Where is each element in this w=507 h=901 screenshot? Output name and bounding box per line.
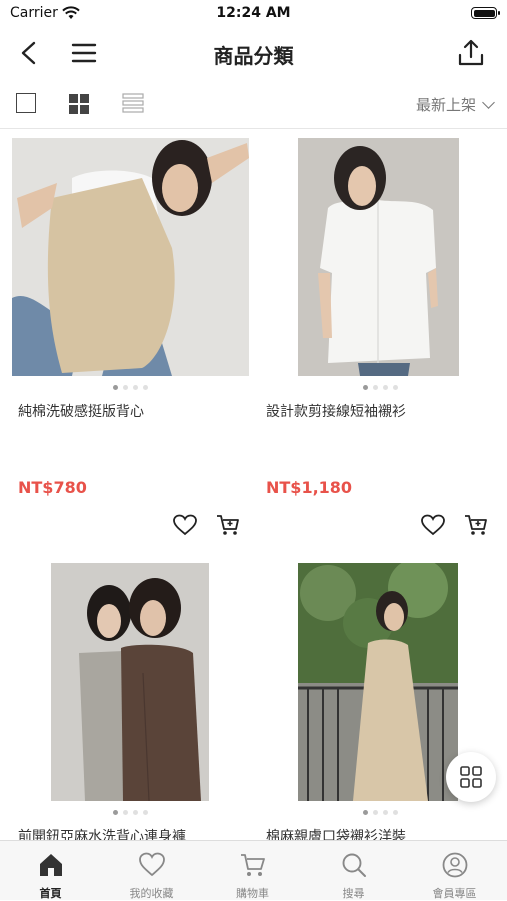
image-pager-dots — [113, 810, 148, 816]
tab-label: 購物車 — [236, 887, 269, 900]
tab-cart[interactable]: 購物車 — [202, 841, 303, 901]
sort-dropdown[interactable]: 最新上架 — [415, 94, 495, 115]
status-bar: Carrier 12:24 AM — [0, 0, 507, 28]
tab-label: 我的收藏 — [129, 887, 174, 900]
bottom-tab-bar: 首頁 我的收藏 購物車 搜尋 會員專區 — [0, 840, 507, 900]
product-card[interactable]: 純棉洗破感挺版背心 NT$780 — [0, 129, 253, 549]
home-icon — [40, 854, 62, 876]
single-view-icon[interactable] — [16, 93, 36, 113]
grid-icon — [460, 766, 482, 788]
product-image[interactable] — [298, 138, 459, 376]
product-price: NT$780 — [18, 478, 87, 497]
battery-icon — [471, 7, 500, 19]
product-card[interactable]: 設計款剪接線短袖襯衫 NT$1,180 — [253, 129, 507, 549]
tab-label: 會員專區 — [432, 887, 477, 900]
product-image[interactable] — [298, 563, 458, 801]
tab-home[interactable]: 首頁 — [0, 841, 101, 901]
view-toolbar: 最新上架 — [0, 84, 507, 124]
image-pager-dots — [113, 385, 148, 391]
tab-search[interactable]: 搜尋 — [303, 841, 404, 901]
favorite-heart-icon[interactable] — [172, 513, 198, 537]
product-image[interactable] — [12, 138, 249, 376]
chevron-down-icon — [482, 96, 495, 109]
tab-favorites[interactable]: 我的收藏 — [101, 841, 202, 901]
image-pager-dots — [363, 385, 398, 391]
image-pager-dots — [363, 810, 398, 816]
page-title: 商品分類 — [213, 44, 294, 68]
product-price: NT$1,180 — [266, 478, 353, 497]
add-to-cart-icon[interactable] — [215, 513, 241, 537]
navigation-bar: 商品分類 — [0, 28, 507, 78]
search-icon — [342, 853, 366, 877]
user-icon — [442, 852, 468, 878]
list-view-icon[interactable] — [122, 93, 144, 113]
clock: 12:24 AM — [216, 5, 291, 21]
cart-icon — [241, 854, 265, 876]
tab-member[interactable]: 會員專區 — [404, 841, 505, 901]
share-icon[interactable] — [457, 38, 485, 68]
heart-icon — [139, 852, 165, 877]
tab-label: 搜尋 — [342, 887, 365, 900]
product-card[interactable]: 前開鈕亞麻水洗背心連身褲 — [0, 553, 253, 845]
product-image[interactable] — [51, 563, 209, 801]
sort-label: 最新上架 — [415, 96, 476, 114]
grid-view-icon[interactable] — [68, 93, 90, 115]
product-name[interactable]: 純棉洗破感挺版背心 — [18, 401, 144, 421]
favorite-heart-icon[interactable] — [420, 513, 446, 537]
add-to-cart-icon[interactable] — [463, 513, 489, 537]
product-name[interactable]: 設計款剪接線短袖襯衫 — [266, 401, 406, 421]
category-grid-button[interactable] — [446, 752, 496, 802]
tab-label: 首頁 — [39, 887, 62, 900]
